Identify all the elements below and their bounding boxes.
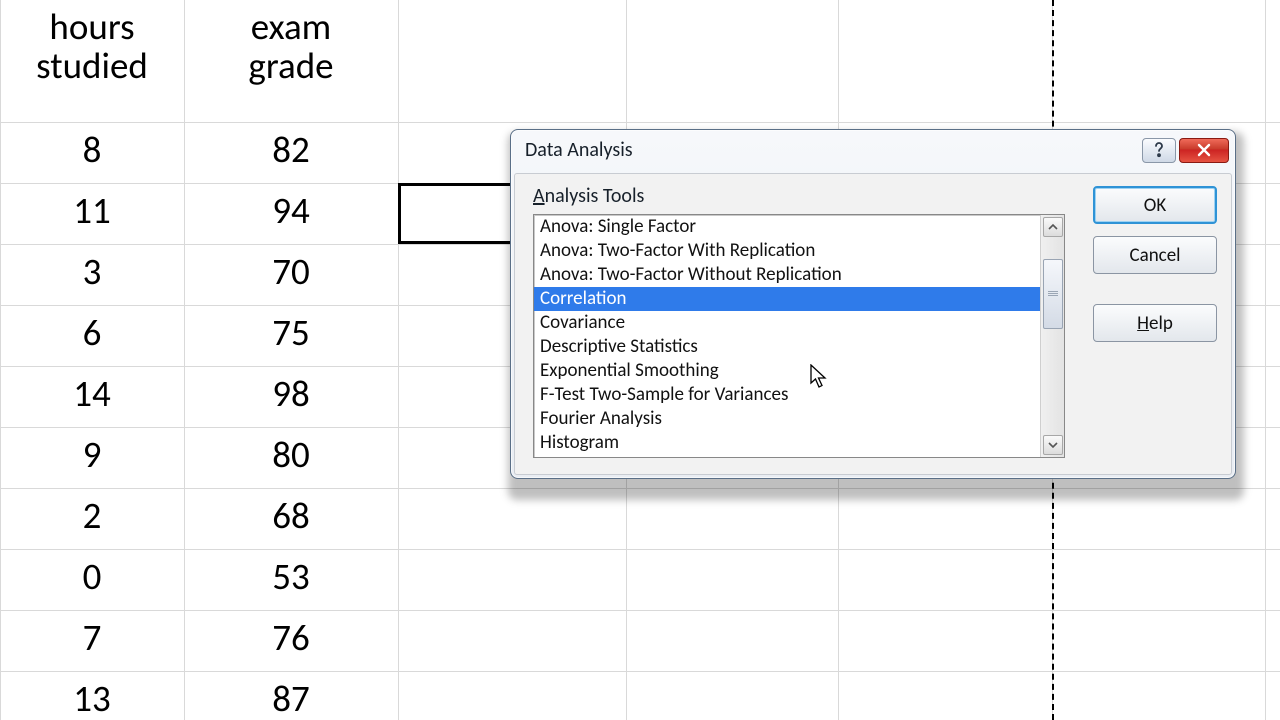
listbox-scrollbar[interactable] — [1040, 215, 1064, 457]
header-hours-studied[interactable]: hours studied — [0, 8, 184, 86]
cell-hours[interactable]: 14 — [0, 375, 184, 414]
cell-hours[interactable]: 9 — [0, 436, 184, 475]
cell-grade[interactable]: 70 — [184, 253, 398, 292]
data-analysis-dialog[interactable]: Data Analysis Analysis Tools Anova: Sing… — [510, 129, 1236, 479]
analysis-tool-item[interactable]: Covariance — [534, 311, 1042, 335]
cell-hours[interactable]: 3 — [0, 253, 184, 292]
cell-grade[interactable]: 53 — [184, 558, 398, 597]
analysis-tool-item[interactable]: Descriptive Statistics — [534, 335, 1042, 359]
cell-grade[interactable]: 76 — [184, 619, 398, 658]
analysis-tool-item[interactable]: Anova: Two-Factor Without Replication — [534, 263, 1042, 287]
dialog-titlebar[interactable]: Data Analysis — [511, 130, 1235, 170]
analysis-tool-item[interactable]: Histogram — [534, 431, 1042, 455]
cell-grade[interactable]: 87 — [184, 680, 398, 719]
cell-grade[interactable]: 80 — [184, 436, 398, 475]
cell-grade[interactable]: 94 — [184, 192, 398, 231]
cell-hours[interactable]: 2 — [0, 497, 184, 536]
scroll-up-button[interactable] — [1043, 217, 1063, 237]
analysis-tool-item[interactable]: Correlation — [534, 287, 1042, 311]
header-exam-grade[interactable]: exam grade — [184, 8, 398, 86]
cell-hours[interactable]: 7 — [0, 619, 184, 658]
dialog-body: Analysis Tools Anova: Single FactorAnova… — [514, 173, 1232, 475]
close-icon — [1197, 143, 1211, 157]
chevron-down-icon — [1048, 441, 1058, 449]
cell-hours[interactable]: 6 — [0, 314, 184, 353]
analysis-tools-label: Analysis Tools — [533, 184, 1075, 208]
cancel-button[interactable]: Cancel — [1093, 236, 1217, 274]
analysis-tool-item[interactable]: F-Test Two-Sample for Variances — [534, 383, 1042, 407]
analysis-tool-item[interactable]: Anova: Two-Factor With Replication — [534, 239, 1042, 263]
analysis-tools-listbox[interactable]: Anova: Single FactorAnova: Two-Factor Wi… — [533, 214, 1065, 458]
cell-hours[interactable]: 8 — [0, 131, 184, 170]
dialog-help-icon-button[interactable] — [1142, 138, 1176, 163]
analysis-tool-item[interactable]: Anova: Single Factor — [534, 215, 1042, 239]
cell-grade[interactable]: 98 — [184, 375, 398, 414]
cell-hours[interactable]: 11 — [0, 192, 184, 231]
cell-grade[interactable]: 68 — [184, 497, 398, 536]
cell-grade[interactable]: 75 — [184, 314, 398, 353]
analysis-tool-item[interactable]: Fourier Analysis — [534, 407, 1042, 431]
cell-hours[interactable]: 0 — [0, 558, 184, 597]
dialog-close-button[interactable] — [1179, 138, 1229, 163]
analysis-tool-item[interactable]: Exponential Smoothing — [534, 359, 1042, 383]
question-icon — [1152, 142, 1166, 158]
cell-hours[interactable]: 13 — [0, 680, 184, 719]
scroll-down-button[interactable] — [1043, 435, 1063, 455]
dialog-title: Data Analysis — [525, 138, 1139, 162]
scroll-thumb[interactable] — [1043, 259, 1063, 329]
ok-button[interactable]: OK — [1093, 186, 1217, 224]
chevron-up-icon — [1048, 223, 1058, 231]
help-button[interactable]: Help — [1093, 304, 1217, 342]
cell-grade[interactable]: 82 — [184, 131, 398, 170]
